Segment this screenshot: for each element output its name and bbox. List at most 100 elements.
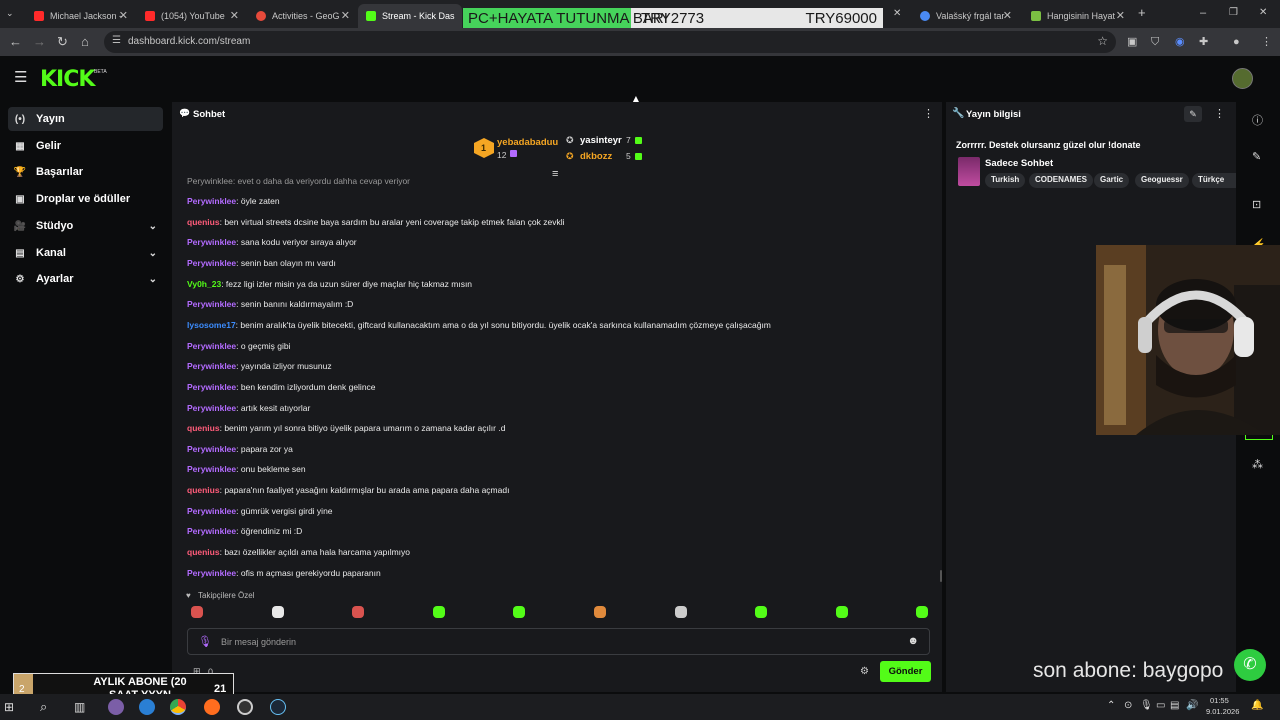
close-tab-icon[interactable]: ✕ <box>1116 9 1125 22</box>
chat-username[interactable]: quenius <box>187 423 220 433</box>
chat-username[interactable]: Perywinklee <box>187 506 236 516</box>
tag-chip[interactable]: Turkish <box>985 173 1026 188</box>
edge-icon[interactable] <box>139 699 155 715</box>
tray-chevron-up-icon[interactable]: ⌃ <box>1107 700 1115 711</box>
emote-icon[interactable] <box>594 606 606 618</box>
microphone-icon[interactable]: 🎙 <box>1140 700 1153 711</box>
reload-icon[interactable]: ↻ <box>57 34 68 50</box>
task-view-icon[interactable]: ▥ <box>74 700 85 714</box>
close-window-button[interactable]: ✕ <box>1259 5 1267 21</box>
tray-icon[interactable]: ▭ <box>1156 700 1165 711</box>
chat-username[interactable]: Perywinklee <box>187 237 236 247</box>
microphone-icon[interactable]: 🎙 <box>198 635 212 648</box>
emote-icon[interactable] <box>191 606 203 618</box>
emote-icon[interactable] <box>916 606 929 618</box>
clock-time[interactable]: 01:55 <box>1210 696 1229 705</box>
chat-username[interactable]: Perywinklee <box>187 299 236 309</box>
chat-username[interactable]: Vy0h_23 <box>187 279 221 289</box>
site-info-icon[interactable]: ☰ <box>112 35 121 46</box>
chat-username[interactable]: Perywinklee <box>187 382 236 392</box>
chat-username[interactable]: Perywinklee <box>187 258 236 268</box>
sidebar-item-yayin[interactable]: (•) Yayın <box>8 107 163 131</box>
windows-start-icon[interactable]: ⊞ <box>4 700 14 714</box>
chat-username[interactable]: Perywinklee <box>187 361 236 371</box>
extension-icon[interactable]: ◉ <box>1175 34 1185 50</box>
chat-username[interactable]: Perywinklee <box>187 526 236 536</box>
chat-username[interactable]: Perywinklee <box>187 196 236 206</box>
clip-icon[interactable]: ⊡ <box>1252 198 1261 211</box>
chrome-icon[interactable] <box>170 699 186 715</box>
chat-menu-dots-icon[interactable]: ⋮ <box>923 107 934 120</box>
info-icon[interactable]: ⓘ <box>1252 112 1263 128</box>
tab-search-icon[interactable]: ⌄ <box>6 5 14 21</box>
chat-username[interactable]: Perywinklee <box>187 403 236 413</box>
minimize-button[interactable]: – <box>1200 5 1206 21</box>
edit-pencil-icon[interactable]: ✎ <box>1184 106 1202 122</box>
profile-icon[interactable]: ● <box>1233 34 1240 50</box>
chat-username[interactable]: Perywinklee <box>187 444 236 454</box>
chat-username[interactable]: lysosome17 <box>187 320 236 330</box>
tray-icon[interactable]: ⊙ <box>1124 700 1132 711</box>
steam-icon[interactable] <box>270 699 286 715</box>
home-icon[interactable]: ⌂ <box>81 34 89 50</box>
send-button[interactable]: Gönder <box>880 661 931 682</box>
browser-tab[interactable]: Hangisinin Hayat ✕ <box>1023 4 1131 28</box>
bookmark-star-icon[interactable]: ☆ <box>1097 34 1108 48</box>
close-tab-icon[interactable]: ✕ <box>119 9 128 22</box>
sidebar-item-ayarlar[interactable]: ⚙ Ayarlar ⌄ <box>8 267 163 291</box>
notification-icon[interactable]: 🔔 <box>1251 700 1263 711</box>
emote-icon[interactable] <box>755 606 768 618</box>
extension-icon[interactable]: ▣ <box>1127 34 1137 50</box>
volume-icon[interactable]: 🔊 <box>1186 700 1198 711</box>
sidebar-item-basarilar[interactable]: 🏆 Başarılar <box>8 160 163 184</box>
obs-icon[interactable] <box>237 699 253 715</box>
category-name[interactable]: Sadece Sohbet <box>985 158 1053 169</box>
maximize-button[interactable]: ❐ <box>1229 5 1238 21</box>
browser-tab[interactable]: (1054) YouTube ✕ <box>137 4 245 28</box>
sidebar-item-kanal[interactable]: ▤ Kanal ⌄ <box>8 241 163 265</box>
chat-username[interactable]: quenius <box>187 217 220 227</box>
browser-tab[interactable]: Michael Jackson - ✕ <box>26 4 134 28</box>
emote-icon[interactable] <box>513 606 526 618</box>
browser-tab[interactable]: Activities - GeoG ✕ <box>248 4 356 28</box>
close-tab-icon[interactable]: ✕ <box>230 9 239 22</box>
chat-settings-gear-icon[interactable]: ⚙ <box>860 666 869 677</box>
back-icon[interactable]: ← <box>9 34 22 50</box>
browser-tab[interactable]: Valašský frgál tar ✕ <box>912 4 1018 28</box>
category-thumbnail[interactable] <box>958 157 980 186</box>
kick-logo[interactable]: KICK <box>40 67 95 92</box>
browser-tab-active[interactable]: Stream - Kick Das <box>358 4 462 28</box>
menu-dots-icon[interactable]: ⋮ <box>1261 34 1272 50</box>
chat-username[interactable]: Perywinklee <box>187 341 236 351</box>
firefox-icon[interactable] <box>204 699 220 715</box>
forward-icon[interactable]: → <box>33 34 46 50</box>
network-icon[interactable]: ▤ <box>1170 700 1179 711</box>
leaderboard-user[interactable]: yasinteyr <box>580 135 622 146</box>
leaderboard-user[interactable]: yebadabaduu <box>497 137 558 148</box>
chat-username[interactable]: Perywinklee <box>187 568 236 578</box>
app-icon[interactable] <box>108 699 124 715</box>
tag-chip[interactable]: Geoguessr <box>1135 173 1189 188</box>
puzzle-icon[interactable]: ✚ <box>1199 34 1208 50</box>
chat-scrollbar[interactable] <box>940 570 942 582</box>
share-icon[interactable]: ⁂ <box>1252 458 1263 471</box>
clock-date[interactable]: 9.01.2026 <box>1206 707 1239 716</box>
tag-chip[interactable]: CODENAMES <box>1029 173 1094 188</box>
close-tab-icon[interactable]: ✕ <box>341 9 350 22</box>
close-tab-icon[interactable]: ✕ <box>893 6 901 22</box>
emote-icon[interactable] <box>835 606 848 618</box>
emote-icon[interactable] <box>352 606 365 618</box>
new-tab-button[interactable]: + <box>1138 5 1146 21</box>
edit-icon[interactable]: ✎ <box>1252 150 1261 163</box>
hamburger-menu-icon[interactable]: ☰ <box>14 68 27 86</box>
emoji-icon[interactable]: ☻ <box>907 635 919 647</box>
sidebar-item-droplar[interactable]: ▣ Droplar ve ödüller <box>8 187 163 211</box>
sidebar-item-gelir[interactable]: ▦ Gelir <box>8 134 163 158</box>
leaderboard-user[interactable]: dkbozz <box>580 151 612 162</box>
chat-username[interactable]: quenius <box>187 485 220 495</box>
sidebar-item-studyo[interactable]: 🎥 Stüdyo ⌄ <box>8 214 163 238</box>
shield-icon[interactable]: ⛉ <box>1151 34 1159 50</box>
tag-chip[interactable]: Gartic <box>1094 173 1130 188</box>
emote-icon[interactable] <box>432 606 445 618</box>
emote-icon[interactable] <box>271 606 284 618</box>
